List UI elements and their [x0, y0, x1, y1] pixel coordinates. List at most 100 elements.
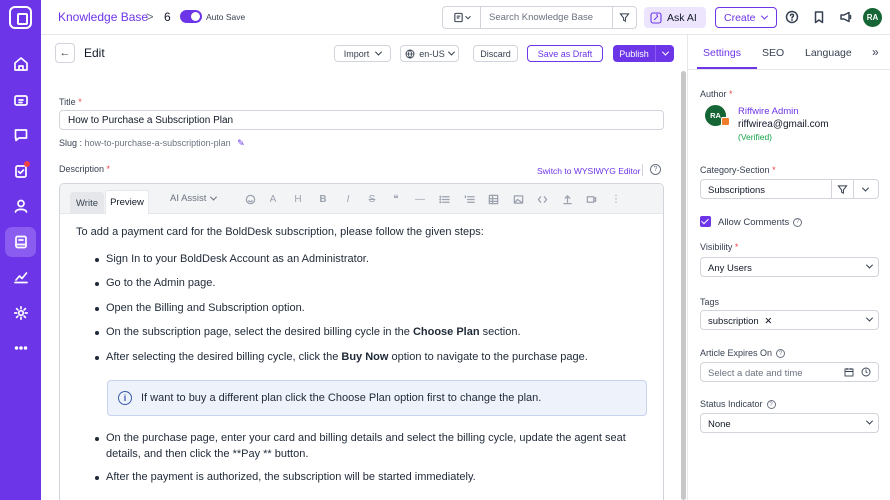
help-icon[interactable]: ?: [776, 349, 786, 359]
publish-label: Publish: [619, 48, 649, 59]
scrollbar[interactable]: [680, 71, 686, 500]
autosave-label: Auto Save: [206, 12, 246, 22]
calendar-icon[interactable]: [844, 367, 854, 380]
more-options-icon[interactable]: ⋮: [610, 193, 622, 205]
publish-button[interactable]: Publish: [613, 45, 674, 62]
chat-icon[interactable]: [5, 120, 36, 150]
divider: [688, 69, 890, 70]
allow-comments-checkbox[interactable]: [700, 216, 711, 227]
knowledge-base-icon[interactable]: [5, 227, 36, 257]
list-item: On the purchase page, enter your card an…: [95, 430, 636, 462]
visibility-select[interactable]: Any Users: [700, 257, 879, 277]
video-icon[interactable]: [585, 193, 597, 205]
quote-icon[interactable]: ❝: [390, 193, 402, 205]
app-logo[interactable]: [9, 6, 32, 29]
bullet-list-icon[interactable]: [438, 193, 450, 205]
code-icon[interactable]: [536, 193, 548, 205]
back-arrow-icon[interactable]: ←: [55, 43, 75, 63]
category-section-select[interactable]: Subscriptions: [700, 179, 832, 199]
tab-seo[interactable]: SEO: [762, 47, 784, 59]
avatar-badge-icon: [721, 117, 730, 126]
tab-preview[interactable]: Preview: [105, 190, 149, 214]
user-avatar[interactable]: RA: [863, 8, 882, 27]
create-button[interactable]: Create: [715, 7, 777, 28]
collapse-panel-icon[interactable]: »: [872, 45, 879, 59]
help-icon[interactable]: ?: [650, 164, 661, 175]
document-icon: [454, 12, 463, 23]
edit-pencil-icon[interactable]: ✎: [237, 138, 245, 148]
notification-dot: [24, 161, 30, 167]
search-input[interactable]: Search Knowledge Base: [489, 12, 593, 23]
clock-icon[interactable]: [861, 367, 871, 380]
intro-paragraph: To add a payment card for the BoldDesk s…: [76, 226, 484, 238]
tickets-icon[interactable]: [5, 85, 36, 115]
import-label: Import: [343, 48, 370, 59]
breadcrumb-knowledge-base[interactable]: Knowledge Base: [58, 10, 148, 24]
help-icon[interactable]: ?: [793, 217, 803, 227]
search-box[interactable]: Search Knowledge Base: [442, 6, 637, 29]
slug-row: Slug : how-to-purchase-a-subscription-pl…: [59, 138, 245, 149]
list-item: Open the Billing and Subscription option…: [95, 300, 636, 316]
reports-icon[interactable]: [5, 262, 36, 292]
text-color-icon[interactable]: A: [267, 193, 279, 205]
remove-tag-icon[interactable]: ✕: [764, 316, 772, 327]
globe-icon: [405, 49, 415, 59]
search-scope-select[interactable]: [443, 7, 481, 28]
article-editor-form: Title * How to Purchase a Subscription P…: [41, 71, 677, 500]
announcement-icon[interactable]: [838, 9, 854, 25]
filter-icon[interactable]: [612, 7, 636, 28]
numbered-list-icon[interactable]: [463, 193, 475, 205]
filter-icon[interactable]: [831, 179, 854, 199]
chevron-down-icon: [210, 193, 218, 201]
help-icon[interactable]: ?: [766, 400, 776, 410]
help-icon[interactable]: [784, 9, 800, 25]
status-indicator-select[interactable]: None: [700, 413, 879, 433]
heading-icon[interactable]: H: [292, 193, 304, 205]
tab-settings[interactable]: Settings: [703, 47, 741, 59]
note-text: If want to buy a different plan click th…: [141, 392, 542, 404]
contacts-icon[interactable]: [5, 191, 36, 221]
more-icon[interactable]: [5, 333, 36, 363]
tags-select[interactable]: subscription ✕: [700, 310, 879, 330]
tab-write[interactable]: Write: [70, 192, 104, 214]
home-icon[interactable]: [5, 49, 36, 79]
emoji-icon[interactable]: [244, 193, 256, 205]
autosave-toggle[interactable]: [180, 10, 202, 23]
switch-wysiwyg-link[interactable]: Switch to WYSIWYG Editor: [537, 166, 640, 176]
discard-button[interactable]: Discard: [473, 45, 518, 62]
save-draft-button[interactable]: Save as Draft: [527, 45, 603, 62]
chevron-down-icon: [661, 48, 669, 56]
bold-icon[interactable]: B: [317, 193, 329, 205]
editor-toolbar: Write Preview AI Assist A H B I S ❝ — ⋮: [60, 184, 663, 214]
markdown-editor: Write Preview AI Assist A H B I S ❝ — ⋮ …: [59, 183, 664, 500]
import-button[interactable]: Import: [334, 45, 391, 62]
horizontal-rule-icon[interactable]: —: [414, 193, 426, 205]
visibility-label: Visibility *: [700, 242, 739, 252]
editor-header: ← Edit Import en-US Discard Save as Draf…: [41, 35, 686, 71]
chevron-down-icon[interactable]: [853, 179, 879, 199]
bookmark-icon[interactable]: [811, 9, 827, 25]
status-indicator-label: Status Indicator?: [700, 399, 776, 410]
expires-label: Article Expires On?: [700, 348, 786, 359]
italic-icon[interactable]: I: [342, 193, 354, 205]
list-item: After the payment is authorized, the sub…: [95, 469, 636, 485]
settings-gear-icon[interactable]: [5, 298, 36, 328]
ask-ai-label: Ask AI: [667, 11, 697, 24]
author-name[interactable]: Riffwire Admin: [738, 106, 799, 117]
image-icon[interactable]: [512, 193, 524, 205]
table-icon[interactable]: [487, 193, 499, 205]
publish-options-dropdown[interactable]: [655, 45, 674, 62]
article-number: 6: [164, 10, 171, 24]
scrollbar-thumb[interactable]: [681, 71, 686, 500]
upload-icon[interactable]: [561, 193, 573, 205]
list-item: Sign In to your BoldDesk Account as an A…: [95, 251, 636, 267]
tasks-icon[interactable]: [5, 156, 36, 186]
ask-ai-button[interactable]: Ask AI: [644, 7, 706, 28]
tab-language[interactable]: Language: [805, 47, 852, 59]
expires-date-input[interactable]: Select a date and time: [700, 362, 879, 382]
ai-assist-button[interactable]: AI Assist: [170, 193, 218, 204]
create-label: Create: [724, 11, 756, 24]
locale-select[interactable]: en-US: [400, 45, 459, 62]
title-input[interactable]: How to Purchase a Subscription Plan: [59, 110, 664, 130]
strikethrough-icon[interactable]: S: [366, 193, 378, 205]
